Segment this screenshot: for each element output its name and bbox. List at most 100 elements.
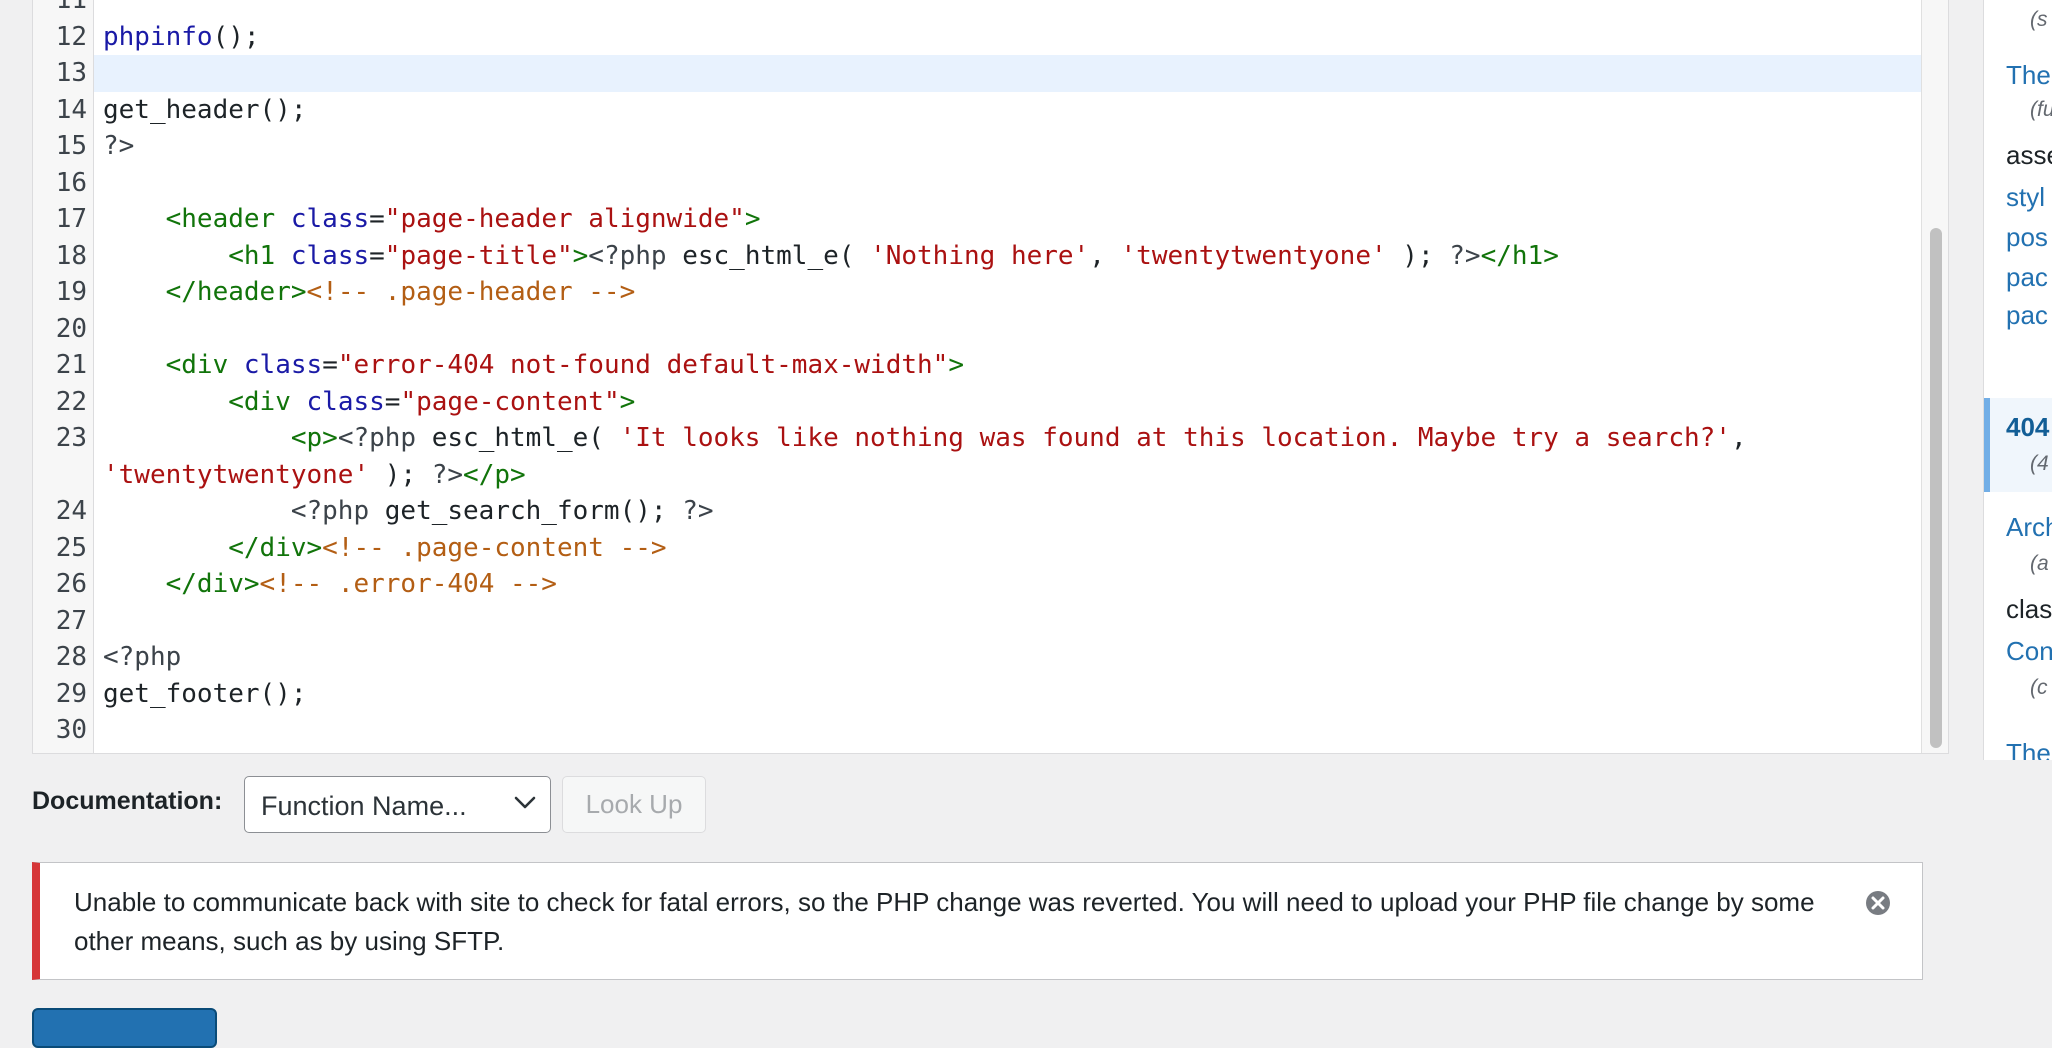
code-line[interactable]: 'twentytwentyone' ); ?></p> <box>33 457 1924 494</box>
sidebar-file-link[interactable]: The <box>2006 738 2051 760</box>
line-number: 12 <box>55 21 87 52</box>
code-line[interactable]: 17 <header class="page-header alignwide"… <box>33 201 1924 238</box>
code-token: ?> <box>103 131 135 161</box>
editor-scrollbar[interactable] <box>1921 0 1948 753</box>
code-line[interactable]: 11 <box>33 0 1924 19</box>
code-line[interactable]: 15 ?> <box>33 128 1924 165</box>
code-line[interactable]: 30 <box>33 712 1924 749</box>
look-up-button[interactable]: Look Up <box>562 776 706 833</box>
line-number: 13 <box>55 58 87 88</box>
code-token: <!-- .error-404 --> <box>259 569 557 599</box>
code-token: = <box>369 240 385 271</box>
code-token: </div> <box>165 569 260 599</box>
code-token: , <box>1089 240 1121 271</box>
code-line[interactable]: 27 <box>33 603 1924 640</box>
code-token: <!-- .page-content --> <box>322 532 667 563</box>
sidebar-file-link[interactable]: pos <box>2006 222 2048 253</box>
code-token: <div <box>165 350 244 380</box>
code-token: </div> <box>228 532 323 563</box>
code-line[interactable]: 22 <div class="page-content"> <box>33 384 1924 421</box>
code-token: = <box>369 204 385 234</box>
line-number: 16 <box>55 167 87 198</box>
code-token: 'twentytwentyone' <box>1120 240 1387 271</box>
line-number: 14 <box>55 94 87 125</box>
sidebar-file-link[interactable]: styl <box>2006 182 2045 213</box>
sidebar-file-link[interactable]: The <box>2006 60 2051 91</box>
code-line[interactable]: 19 </header><!-- .page-header --> <box>33 274 1924 311</box>
code-line-content: <div class="page-content"> <box>103 384 635 421</box>
code-line[interactable]: 24 <?php get_search_form(); ?> <box>33 493 1924 530</box>
code-token: <?php <box>588 240 683 271</box>
line-number: 15 <box>55 131 87 161</box>
code-token: ); <box>1386 240 1450 271</box>
documentation-label: Documentation: <box>32 787 223 815</box>
sidebar-file-description: (fu <box>2030 98 2052 121</box>
code-token: ?> <box>1449 240 1481 271</box>
code-token: </p> <box>463 459 526 490</box>
code-line[interactable]: 18 <h1 class="page-title"><?php esc_html… <box>33 238 1924 275</box>
code-line-content: </div><!-- .error-404 --> <box>103 566 557 603</box>
code-line-content: <h1 class="page-title"><?php esc_html_e(… <box>103 238 1559 275</box>
chevron-down-icon <box>514 796 536 815</box>
line-number: 11 <box>55 0 87 15</box>
code-token: <div <box>228 386 307 417</box>
code-token: get_header(); <box>103 94 307 125</box>
line-number: 28 <box>55 642 87 672</box>
sidebar-file-link: clas <box>2006 594 2052 624</box>
code-line-content: phpinfo(); <box>103 19 260 56</box>
code-token: "error-404 not-found default-max-width" <box>337 350 949 380</box>
line-number: 29 <box>55 678 87 709</box>
line-number: 22 <box>55 386 87 417</box>
code-line[interactable]: 25 </div><!-- .page-content --> <box>33 530 1924 567</box>
error-notice: Unable to communicate back with site to … <box>32 862 1923 980</box>
code-editor[interactable]: 11 12 phpinfo(); 13 14 get_header(); 15 ?> 16 17 … <box>32 0 1949 754</box>
code-token: get_footer(); <box>103 678 307 709</box>
code-line[interactable]: 12 phpinfo(); <box>33 19 1924 56</box>
code-line[interactable]: 29 get_footer(); <box>33 676 1924 713</box>
line-number: 19 <box>55 277 87 307</box>
sidebar-file-link[interactable]: Con <box>2006 636 2052 667</box>
line-number: 18 <box>55 240 87 271</box>
update-file-button[interactable] <box>32 1008 217 1048</box>
code-line-content: <?php <box>103 639 181 676</box>
code-line[interactable]: 26 </div><!-- .error-404 --> <box>33 566 1924 603</box>
code-token: <?php <box>337 423 432 453</box>
sidebar-file-link: asse <box>2006 140 2052 170</box>
sidebar-file-link[interactable]: pac <box>2006 300 2048 331</box>
code-line[interactable]: 28 <?php <box>33 639 1924 676</box>
function-name-select[interactable]: Function Name... <box>244 776 551 833</box>
sidebar-file-description: (a <box>2030 552 2049 575</box>
code-line[interactable]: 16 <box>33 165 1924 202</box>
scrollbar-thumb[interactable] <box>1930 228 1942 748</box>
code-area[interactable]: 11 12 phpinfo(); 13 14 get_header(); 15 ?> 16 17 … <box>33 0 1948 753</box>
active-file-indicator <box>1984 398 1990 492</box>
code-token: <header <box>165 204 291 234</box>
code-line[interactable]: 20 <box>33 311 1924 348</box>
code-token: ?> <box>682 496 714 526</box>
sidebar-file-link[interactable]: Arch <box>2006 512 2052 543</box>
dismiss-notice-icon[interactable] <box>1864 889 1892 917</box>
code-line[interactable]: 21 <div class="error-404 not-found defau… <box>33 347 1924 384</box>
sidebar-file-link[interactable]: 404 <box>2006 412 2049 443</box>
code-line-content: <?php get_search_form(); ?> <box>103 493 714 530</box>
code-line-content: <div class="error-404 not-found default-… <box>103 347 964 384</box>
theme-files-sidebar: (s The (fu asse styl pos pac pac 404 (4 Arch (a clas… <box>1983 0 2052 760</box>
line-number: 24 <box>55 496 87 526</box>
code-token: <?php <box>103 642 182 672</box>
sidebar-file-link[interactable]: pac <box>2006 262 2048 293</box>
code-token: </header> <box>165 277 307 307</box>
code-token: class <box>290 240 370 271</box>
code-token: 'twentytwentyone' <box>103 459 370 490</box>
code-line[interactable]: 14 get_header(); <box>33 92 1924 129</box>
code-line[interactable]: 13 <box>56 55 1924 92</box>
code-token: , <box>1730 423 1747 453</box>
code-token: = <box>384 386 401 417</box>
code-line-content: ?> <box>103 128 134 165</box>
code-token: ?> <box>431 459 464 490</box>
code-line[interactable]: 23 <p><?php esc_html_e( 'It looks like n… <box>33 420 1924 457</box>
